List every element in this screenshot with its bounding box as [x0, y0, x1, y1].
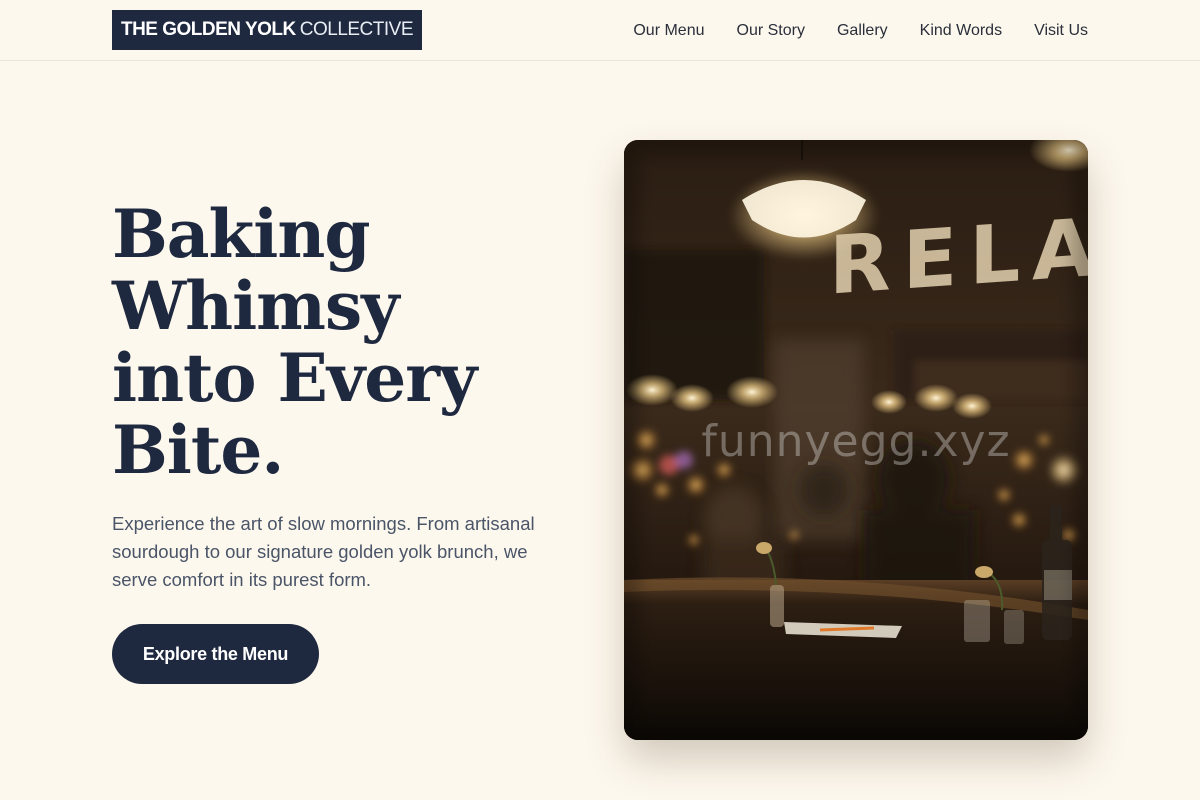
brand-logo[interactable]: THE GOLDEN YOLK COLLECTIVE [112, 10, 422, 50]
hero-title-line: into Every [112, 339, 477, 417]
hero-title: Baking Whimsy into Every Bite. [112, 198, 572, 486]
brand-name-light: COLLECTIVE [299, 19, 414, 40]
cafe-interior-photo: RELAX funnyegg.xyz [624, 140, 1088, 740]
site-header: THE GOLDEN YOLK COLLECTIVE Our Menu Our … [0, 0, 1200, 61]
brand-name-strong: THE GOLDEN YOLK [120, 19, 296, 40]
hero-title-line: Baking [112, 195, 370, 273]
explore-menu-button[interactable]: Explore the Menu [112, 624, 319, 684]
watermark-text: funnyegg.xyz [701, 416, 1011, 467]
nav-item-visit-us[interactable]: Visit Us [1034, 22, 1088, 40]
nav-item-kind-words[interactable]: Kind Words [920, 22, 1002, 40]
hero-description: Experience the art of slow mornings. Fro… [112, 513, 535, 590]
nav-item-our-menu[interactable]: Our Menu [633, 22, 704, 40]
hero-title-line: Whimsy [112, 267, 400, 345]
nav-item-gallery[interactable]: Gallery [837, 22, 888, 40]
nav-item-our-story[interactable]: Our Story [737, 22, 805, 40]
hero-title-line: Bite. [112, 411, 284, 489]
main-nav: Our Menu Our Story Gallery Kind Words Vi… [633, 0, 1088, 61]
